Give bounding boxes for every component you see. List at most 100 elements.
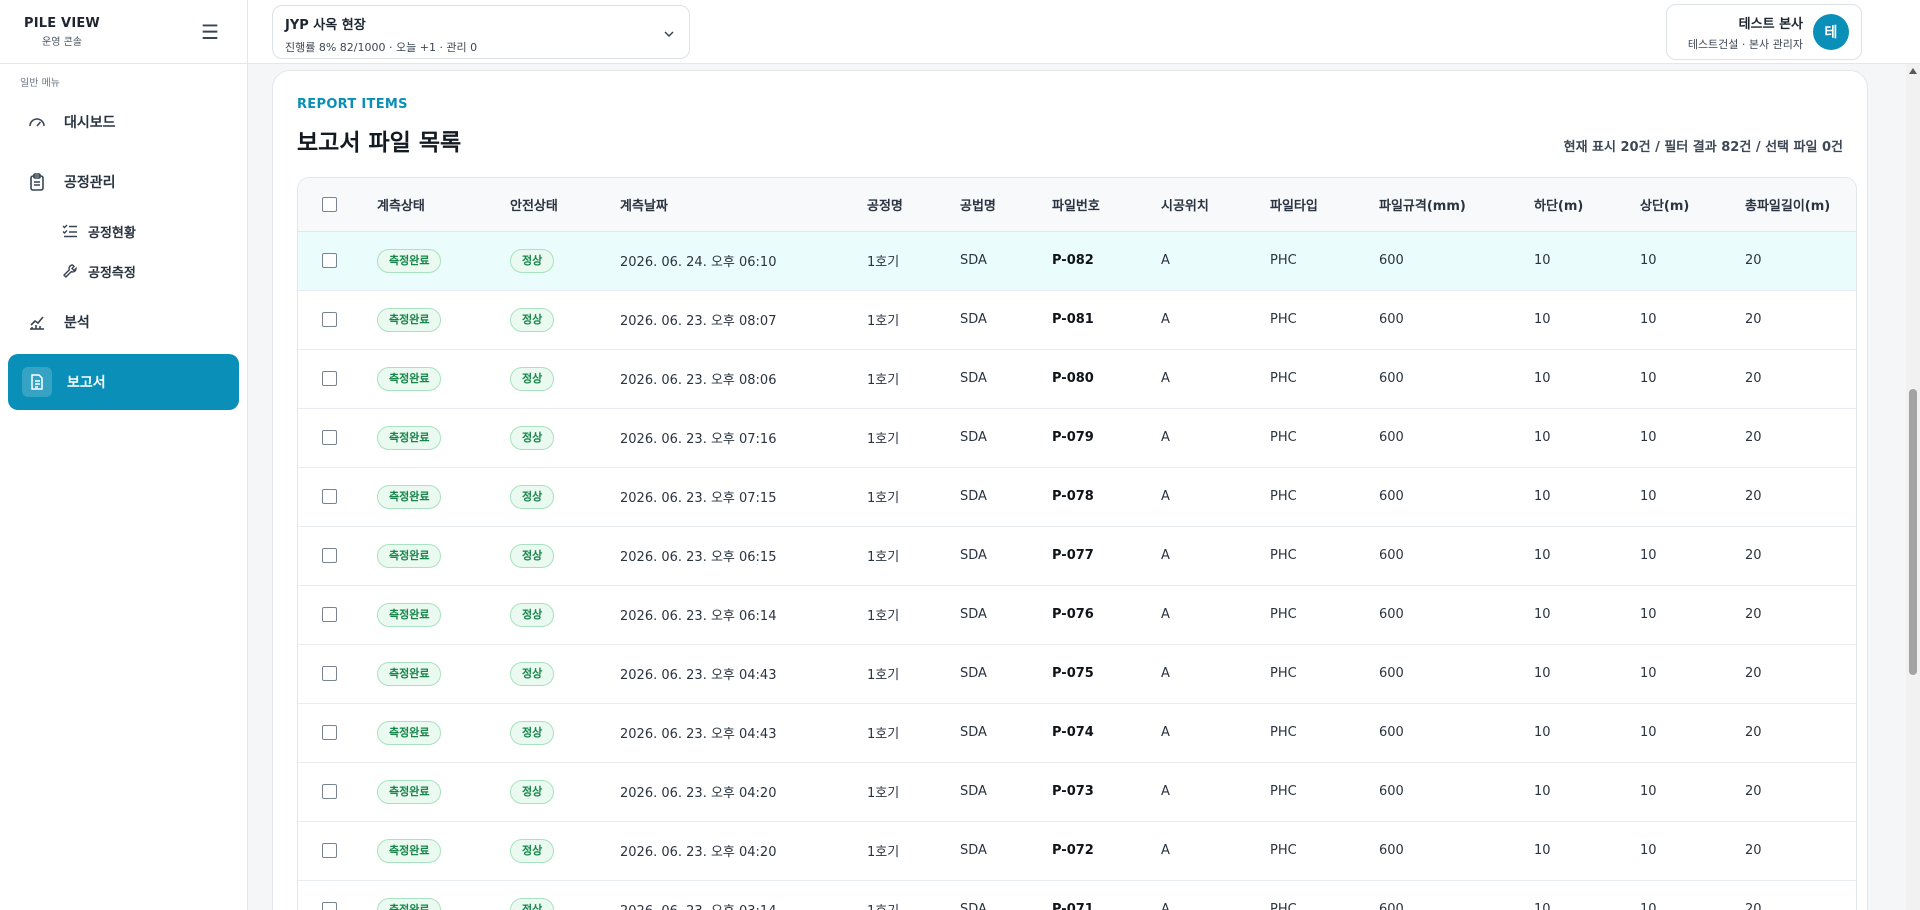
pile-spec: 600 <box>1379 902 1404 910</box>
row-checkbox[interactable] <box>322 548 337 563</box>
measure-status-cell: 측정완료 <box>377 585 510 644</box>
row-select-cell <box>298 290 377 349</box>
table-row[interactable]: 측정완료 정상 2026. 06. 24. 오후 06:10 1호기 SDA P-082 A… <box>298 231 1856 290</box>
row-checkbox[interactable] <box>322 253 337 268</box>
brand-title: PILE VIEW <box>24 15 100 31</box>
row-select-cell <box>298 467 377 526</box>
measure-status-badge: 측정완료 <box>377 307 442 332</box>
table-row[interactable]: 측정완료 정상 2026. 06. 23. 오후 07:16 1호기 SDA P-079 A… <box>298 408 1856 467</box>
pile-spec: 600 <box>1379 725 1404 740</box>
method-name: SDA <box>960 489 987 504</box>
column-header[interactable]: 시공위치 <box>1161 178 1270 232</box>
table-row[interactable]: 측정완료 정상 2026. 06. 23. 오후 04:20 1호기 SDA P-072 A… <box>298 821 1856 880</box>
brand-subtitle: 운영 콘솔 <box>42 36 82 48</box>
avatar: 테 <box>1813 14 1849 50</box>
user-name: 테스트 본사 <box>1738 16 1803 32</box>
install-location: A <box>1161 489 1170 504</box>
table-row[interactable]: 측정완료 정상 2026. 06. 23. 오후 06:15 1호기 SDA P-077 A… <box>298 526 1856 585</box>
bottom-length: 10 <box>1534 253 1551 268</box>
total-length: 20 <box>1745 430 1762 445</box>
measure-status-cell: 측정완료 <box>377 349 510 408</box>
site-selector[interactable]: JYP 사옥 현장 진행률 8% 82/1000 · 오늘 +1 · 관리 0 <box>272 5 690 59</box>
table-row[interactable]: 측정완료 정상 2026. 06. 23. 오후 03:141호기SDA P-071 A… <box>298 880 1856 910</box>
measure-date: 2026. 06. 23. 오후 06:15 <box>620 550 777 565</box>
measure-status-badge: 측정완료 <box>377 720 442 745</box>
select-all-checkbox[interactable] <box>322 196 337 212</box>
top-length: 10 <box>1640 607 1657 622</box>
pile-number: P-074 <box>1052 725 1094 740</box>
column-header[interactable]: 계측날짜 <box>620 178 867 232</box>
total-length: 20 <box>1745 253 1762 268</box>
sidebar-item-report[interactable]: 보고서 <box>8 354 239 410</box>
sidebar-item-label: 공정관리 <box>64 175 116 191</box>
table-row[interactable]: 측정완료 정상 2026. 06. 23. 오후 08:06 1호기 SDA P-080 A… <box>298 349 1856 408</box>
sidebar-item-process[interactable]: 공정관리 <box>8 154 239 210</box>
process-name: 1호기 <box>867 491 900 506</box>
safety-status-badge: 정상 <box>510 543 555 568</box>
measure-status-cell: 측정완료 <box>377 231 510 290</box>
column-header[interactable]: 안전상태 <box>510 178 620 232</box>
sidebar-item-analysis[interactable]: 분석 <box>8 294 239 350</box>
method-name: SDA <box>960 843 987 858</box>
pile-spec: 600 <box>1379 666 1404 681</box>
row-checkbox[interactable] <box>322 430 337 445</box>
row-checkbox[interactable] <box>322 666 337 681</box>
row-checkbox[interactable] <box>322 784 337 799</box>
column-header[interactable]: 하단(m) <box>1534 178 1640 232</box>
sidebar-subitem-process-measure[interactable]: 공정측정 <box>62 256 136 286</box>
row-checkbox[interactable] <box>322 725 337 740</box>
hamburger-menu-icon[interactable]: ☰ <box>201 22 219 42</box>
safety-status-badge: 정상 <box>510 484 555 509</box>
sidebar-subitem-process-status[interactable]: 공정현황 <box>62 216 136 246</box>
pile-number: P-078 <box>1052 489 1094 504</box>
row-checkbox[interactable] <box>322 902 337 910</box>
sidebar-item-dashboard[interactable]: 대시보드 <box>8 94 239 150</box>
process-name: 1호기 <box>867 845 900 860</box>
install-location: A <box>1161 312 1170 327</box>
column-header[interactable]: 상단(m) <box>1640 178 1745 232</box>
column-header[interactable]: 총파일길이(m) <box>1745 178 1856 232</box>
pile-number: P-082 <box>1052 253 1094 268</box>
scrollbar-thumb[interactable] <box>1909 389 1917 675</box>
pile-type: PHC <box>1270 430 1297 445</box>
column-header[interactable]: 공정명 <box>867 178 960 232</box>
table-row[interactable]: 측정완료 정상 2026. 06. 23. 오후 07:15 1호기 SDA P-078 A… <box>298 467 1856 526</box>
row-checkbox[interactable] <box>322 371 337 386</box>
measure-status-cell: 측정완료 <box>377 467 510 526</box>
user-profile[interactable]: 테스트 본사 테스트건설 · 본사 관리자 테 <box>1666 4 1862 60</box>
column-header[interactable]: 파일규격(mm) <box>1379 178 1534 232</box>
column-header[interactable]: 계측상태 <box>377 178 510 232</box>
user-info: 테스트 본사 테스트건설 · 본사 관리자 <box>1688 13 1803 52</box>
column-header[interactable]: 공법명 <box>960 178 1052 232</box>
row-checkbox[interactable] <box>322 312 337 327</box>
table-row[interactable]: 측정완료 정상 2026. 06. 23. 오후 06:14 1호기 SDA P-076 A… <box>298 585 1856 644</box>
pile-type: PHC <box>1270 666 1297 681</box>
column-header[interactable]: 파일번호 <box>1052 178 1161 232</box>
table-row[interactable]: 측정완료 정상 2026. 06. 23. 오후 08:07 1호기 SDA P-081 A… <box>298 290 1856 349</box>
row-checkbox[interactable] <box>322 843 337 858</box>
bottom-length: 10 <box>1534 371 1551 386</box>
method-name: SDA <box>960 607 987 622</box>
brand-logo[interactable]: PILE VIEW 운영 콘솔 <box>24 16 100 48</box>
measure-status-badge: 측정완료 <box>377 661 442 686</box>
site-name: JYP 사옥 현장 <box>285 18 366 33</box>
user-role: 테스트건설 · 본사 관리자 <box>1687 37 1803 51</box>
table-row[interactable]: 측정완료 정상 2026. 06. 23. 오후 04:20 1호기 SDA P-073 A… <box>298 762 1856 821</box>
pile-type: PHC <box>1270 843 1297 858</box>
pile-number: P-080 <box>1052 371 1094 386</box>
row-checkbox[interactable] <box>322 607 337 622</box>
total-length: 20 <box>1745 489 1762 504</box>
table-row[interactable]: 측정완료 정상 2026. 06. 23. 오후 04:43 1호기 SDA P-074 A… <box>298 703 1856 762</box>
scroll-up-arrow-icon[interactable] <box>1909 68 1917 74</box>
row-select-cell <box>298 585 377 644</box>
bottom-length: 10 <box>1534 430 1551 445</box>
process-name: 1호기 <box>867 373 900 388</box>
column-header[interactable]: 파일타입 <box>1270 178 1379 232</box>
pile-spec: 600 <box>1379 784 1404 799</box>
process-name: 1호기 <box>867 255 900 270</box>
row-checkbox[interactable] <box>322 489 337 504</box>
measure-status-badge: 측정완료 <box>377 484 442 509</box>
table-row[interactable]: 측정완료 정상 2026. 06. 23. 오후 04:43 1호기 SDA P-075 A… <box>298 644 1856 703</box>
measure-date: 2026. 06. 23. 오후 07:16 <box>620 432 777 447</box>
row-select-cell <box>298 526 377 585</box>
